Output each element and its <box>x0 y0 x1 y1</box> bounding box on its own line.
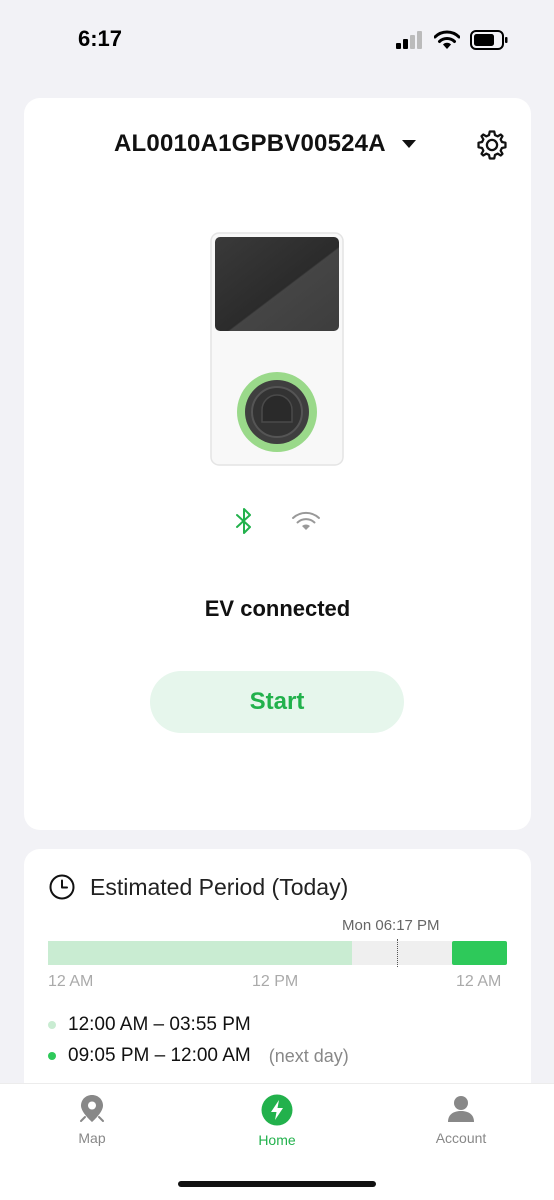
timeline-segment-2 <box>452 941 507 965</box>
status-bar: 6:17 <box>0 0 554 84</box>
current-time-label: Mon 06:17 PM <box>342 917 440 934</box>
status-icons <box>396 30 508 50</box>
tab-account[interactable]: Account <box>406 1094 516 1146</box>
bluetooth-icon <box>235 508 251 534</box>
tab-map[interactable]: Map <box>37 1094 147 1146</box>
lightning-icon <box>261 1094 293 1126</box>
period-range-1: 12:00 AM – 03:55 PM <box>48 1014 251 1036</box>
tab-label: Home <box>258 1132 296 1148</box>
home-indicator <box>178 1181 376 1187</box>
device-selector[interactable]: AL0010A1GPBV00524A <box>114 130 416 158</box>
status-time: 6:17 <box>78 26 123 51</box>
period-range-2: 09:05 PM – 12:00 AM (next day) <box>48 1045 349 1067</box>
charger-image <box>210 232 344 466</box>
tab-label: Map <box>78 1130 106 1146</box>
period-title: Estimated Period (Today) <box>90 873 349 900</box>
wifi-status-icon <box>434 30 460 49</box>
range-text: 12:00 AM – 03:55 PM <box>68 1014 251 1035</box>
battery-icon <box>470 30 508 50</box>
clock-icon <box>49 874 75 900</box>
tick-label-end: 12 AM <box>456 973 502 990</box>
tab-home[interactable]: Home <box>222 1094 332 1148</box>
charger-card: AL0010A1GPBV00524A EV connected Start <box>24 98 531 830</box>
connection-icons <box>24 508 531 534</box>
cellular-signal-icon <box>396 31 422 49</box>
range-note: (next day) <box>268 1045 349 1066</box>
tick-label-start: 12 AM <box>48 973 94 990</box>
device-id: AL0010A1GPBV00524A <box>114 130 386 157</box>
start-button[interactable]: Start <box>150 671 404 733</box>
current-time-marker <box>397 939 398 967</box>
range-dot <box>48 1021 56 1029</box>
wifi-icon <box>291 511 320 530</box>
tick-label-mid: 12 PM <box>252 973 299 990</box>
gear-icon[interactable] <box>475 128 509 162</box>
range-text: 09:05 PM – 12:00 AM <box>68 1045 251 1066</box>
person-icon <box>448 1096 474 1122</box>
charger-status-text: EV connected <box>204 596 351 621</box>
range-dot <box>48 1052 56 1060</box>
tab-label: Account <box>435 1130 487 1146</box>
estimated-period-card: Estimated Period (Today) Mon 06:17 PM 12… <box>24 849 531 1109</box>
period-timeline <box>48 939 507 967</box>
timeline-segment-1 <box>48 941 352 965</box>
map-pin-icon <box>80 1095 104 1122</box>
period-header: Estimated Period (Today) <box>48 873 348 901</box>
chevron-down-icon <box>401 140 416 148</box>
